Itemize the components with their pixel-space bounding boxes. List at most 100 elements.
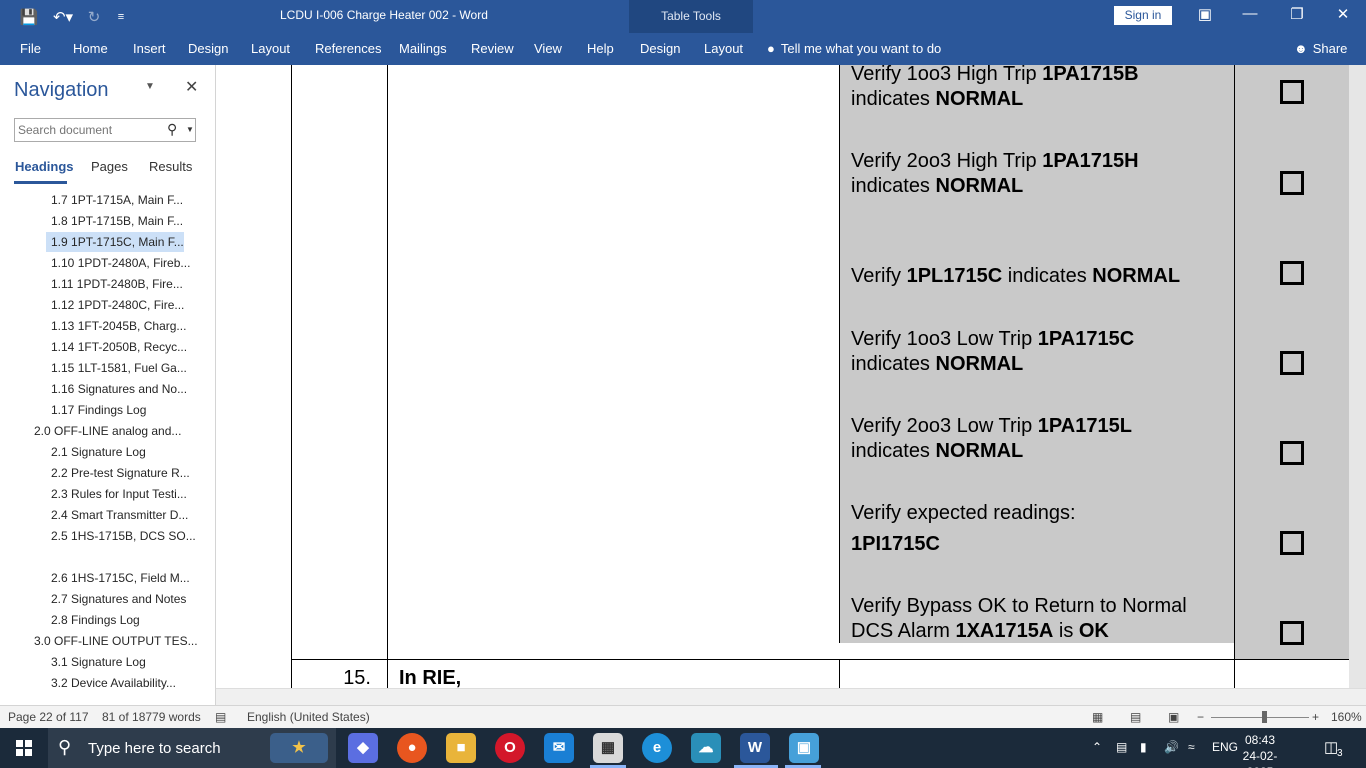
language-status[interactable]: English (United States) (247, 710, 370, 724)
nav-heading-item[interactable]: 1.8 1PT-1715B, Main F... (51, 211, 183, 231)
tab-layout[interactable]: Layout (251, 41, 290, 56)
nav-heading-item[interactable]: 3.1 Signature Log (51, 652, 146, 672)
nav-heading-item[interactable]: 2.1 Signature Log (51, 442, 146, 462)
nav-heading-item[interactable]: 2.4 Smart Transmitter D... (51, 505, 188, 525)
tab-pages[interactable]: Pages (91, 159, 128, 174)
tab-references[interactable]: References (315, 41, 381, 56)
nav-heading-item[interactable]: 1.13 1FT-2045B, Charg... (51, 316, 186, 336)
verify-checkbox[interactable] (1280, 351, 1304, 375)
save-icon[interactable]: 💾 (18, 8, 40, 26)
nav-heading-item[interactable]: 1.17 Findings Log (51, 400, 146, 420)
pane-options-icon[interactable]: ▼ (145, 81, 155, 92)
horizontal-scrollbar[interactable] (216, 688, 1366, 705)
search-document-input[interactable] (18, 123, 160, 137)
verify-checkbox[interactable] (1280, 80, 1304, 104)
step-fragment: Verify (851, 265, 907, 287)
zoom-level[interactable]: 160% (1331, 710, 1362, 724)
restore-icon[interactable]: ❐ (1282, 5, 1312, 23)
search-highlight-icon[interactable]: ★ (270, 733, 328, 763)
file-explorer-icon[interactable]: ■ (446, 733, 476, 763)
print-layout-icon[interactable]: ▤ (1130, 710, 1141, 724)
tab-results[interactable]: Results (149, 159, 192, 174)
nav-heading-item[interactable]: 1.12 1PDT-2480C, Fire... (51, 295, 184, 315)
nav-heading-item[interactable]: 1.15 1LT-1581, Fuel Ga... (51, 358, 187, 378)
clock[interactable]: 08:43 24-02-2025 (1232, 732, 1288, 768)
tab-file[interactable]: File (20, 41, 41, 56)
tab-home[interactable]: Home (73, 41, 108, 56)
tell-me-box[interactable]: ● Tell me what you want to do (767, 41, 941, 56)
zoom-slider-thumb[interactable] (1262, 711, 1267, 723)
tab-help[interactable]: Help (587, 41, 614, 56)
copilot-icon[interactable]: ◆ (348, 733, 378, 763)
tab-design[interactable]: Design (188, 41, 228, 56)
nav-heading-item[interactable]: 1.16 Signatures and No... (51, 379, 187, 399)
network-icon[interactable]: ≈ (1188, 740, 1195, 754)
windows-start-button[interactable] (0, 728, 48, 768)
nav-heading-item[interactable]: 1.14 1FT-2050B, Recyc... (51, 337, 187, 357)
customize-toolbar-icon[interactable]: ≡ (114, 11, 128, 23)
sign-in-button[interactable]: Sign in (1114, 6, 1172, 25)
nav-heading-item[interactable]: 1.11 1PDT-2480B, Fire... (51, 274, 183, 294)
tab-mailings[interactable]: Mailings (399, 41, 447, 56)
search-options-icon[interactable]: ▼ (186, 125, 194, 134)
firefox-icon[interactable]: ● (397, 733, 427, 763)
vertical-scrollbar[interactable] (1349, 65, 1366, 688)
nav-heading-item[interactable]: 2.5 1HS-1715B, DCS SO... (51, 526, 196, 546)
search-icon[interactable]: ⚲ (167, 121, 177, 138)
tell-me-label: Tell me what you want to do (780, 41, 942, 56)
tab-review[interactable]: Review (471, 41, 514, 56)
tab-insert[interactable]: Insert (133, 41, 166, 56)
close-pane-icon[interactable]: ✕ (185, 77, 198, 97)
step-fragment: Verify Bypass OK to Return to Normal (851, 595, 1187, 617)
opera-icon[interactable]: O (495, 733, 525, 763)
show-hidden-icons[interactable]: ⌃ (1092, 740, 1102, 754)
web-layout-icon[interactable]: ▣ (1168, 710, 1179, 724)
proofing-icon[interactable]: ▤ (215, 710, 226, 724)
zoom-slider[interactable] (1211, 717, 1309, 718)
nav-heading-item[interactable]: 2.2 Pre-test Signature R... (51, 463, 190, 483)
app-icon-2[interactable]: ▣ (789, 733, 819, 763)
word-icon[interactable]: W (740, 733, 770, 763)
verify-checkbox[interactable] (1280, 621, 1304, 645)
nav-heading-item[interactable]: 3.2 Device Availability... (51, 673, 176, 693)
mail-icon[interactable]: ✉ (544, 733, 574, 763)
nav-heading-item[interactable]: 1.7 1PT-1715A, Main F... (51, 190, 183, 210)
share-button[interactable]: ☻ Share (1294, 41, 1347, 56)
zoom-in-icon[interactable]: + (1312, 710, 1319, 724)
battery-icon[interactable]: ▮ (1140, 740, 1147, 754)
nav-heading-item[interactable]: 2.6 1HS-1715C, Field M... (51, 568, 190, 588)
tab-table-design[interactable]: Design (640, 41, 680, 56)
redo-icon[interactable]: ↻ (84, 8, 104, 26)
meet-now-icon[interactable]: ▤ (1116, 740, 1127, 754)
tab-view[interactable]: View (534, 41, 562, 56)
nav-heading-item[interactable]: 3.0 OFF-LINE OUTPUT TES... (34, 631, 198, 651)
close-icon[interactable]: ✕ (1328, 5, 1358, 23)
nav-heading-item[interactable]: 1.9 1PT-1715C, Main F... (46, 232, 184, 252)
page-count[interactable]: Page 22 of 117 (8, 710, 89, 724)
nav-search-box[interactable]: ⚲ ▼ (14, 118, 196, 142)
verify-checkbox[interactable] (1280, 531, 1304, 555)
ribbon-display-options-icon[interactable]: ▣ (1190, 5, 1220, 23)
verify-checkbox[interactable] (1280, 171, 1304, 195)
step-fragment: Verify 1oo3 Low Trip (851, 328, 1038, 350)
nav-heading-item[interactable]: 2.7 Signatures and Notes (51, 589, 186, 609)
tab-table-layout[interactable]: Layout (704, 41, 743, 56)
app-icon[interactable]: ▦ (593, 733, 623, 763)
step-fragment: indicates (851, 440, 936, 462)
read-mode-icon[interactable]: ▦ (1092, 710, 1103, 724)
verify-checkbox[interactable] (1280, 261, 1304, 285)
nav-heading-item[interactable]: 2.8 Findings Log (51, 610, 140, 630)
tab-headings[interactable]: Headings (15, 159, 74, 174)
volume-icon[interactable]: 🔊 (1164, 740, 1179, 754)
word-count[interactable]: 81 of 18779 words (102, 710, 201, 724)
verify-step-text: Verify 1oo3 High Trip 1PA1715B indicates … (851, 65, 1231, 112)
zoom-out-icon[interactable]: − (1197, 710, 1204, 724)
verify-checkbox[interactable] (1280, 441, 1304, 465)
weather-icon[interactable]: ☁ (691, 733, 721, 763)
edge-icon[interactable]: e (642, 733, 672, 763)
nav-heading-item[interactable]: 2.3 Rules for Input Testi... (51, 484, 187, 504)
minimize-icon[interactable]: — (1235, 5, 1265, 22)
nav-heading-item[interactable]: 2.0 OFF-LINE analog and... (34, 421, 181, 441)
undo-icon[interactable]: ↶▾ (48, 8, 78, 26)
nav-heading-item[interactable]: 1.10 1PDT-2480A, Fireb... (51, 253, 190, 273)
